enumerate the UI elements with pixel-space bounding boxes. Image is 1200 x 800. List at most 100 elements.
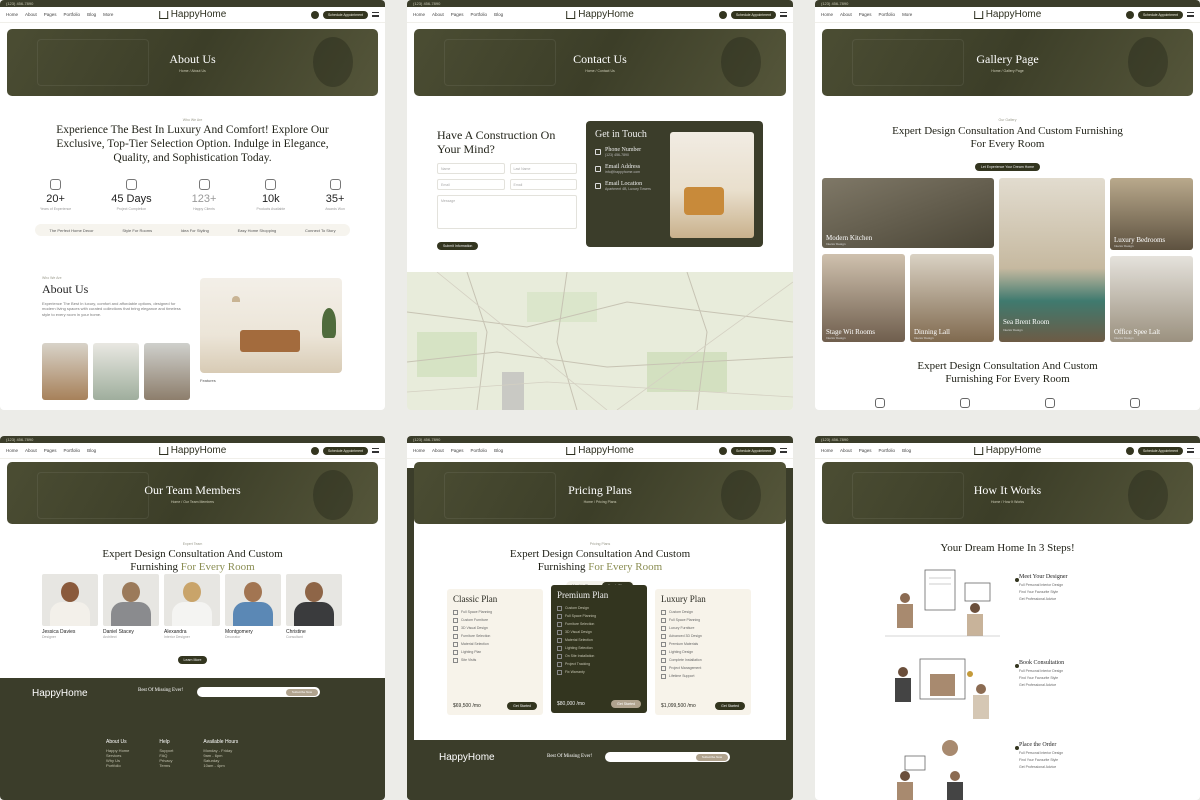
appointment-button[interactable]: Schedule Appointment <box>730 446 776 455</box>
nav-link-pages[interactable]: Pages <box>859 12 872 17</box>
location-map[interactable] <box>407 272 793 410</box>
interior-thumbnail[interactable] <box>144 343 190 400</box>
nav-link-blog[interactable]: Blog <box>87 448 96 453</box>
search-icon[interactable] <box>310 10 319 19</box>
team-member-card[interactable]: Alexandra Interior Designer <box>164 574 220 639</box>
main-nav: Home About Pages Portfolio More HappyHom… <box>815 7 1200 23</box>
nav-link-portfolio[interactable]: Portfolio <box>879 12 896 17</box>
menu-icon[interactable] <box>372 448 379 453</box>
chip[interactable]: Connect To Story <box>305 228 336 233</box>
nav-link-about[interactable]: About <box>25 12 37 17</box>
nav-link-blog[interactable]: Blog <box>494 12 503 17</box>
menu-icon[interactable] <box>780 448 787 453</box>
subscribe-button[interactable]: Subscribe Now <box>696 753 728 761</box>
learn-more-button[interactable]: Learn More <box>177 656 208 664</box>
nav-link-about[interactable]: About <box>840 12 852 17</box>
appointment-button[interactable]: Schedule Appointment <box>730 10 776 19</box>
search-icon[interactable] <box>310 446 319 455</box>
newsletter-input[interactable]: Subscribe Now <box>605 752 730 762</box>
nav-link-about[interactable]: About <box>432 12 444 17</box>
menu-icon[interactable] <box>372 12 379 17</box>
section-title: Your Dream Home In 3 Steps! <box>940 542 1075 554</box>
nav-link-pages[interactable]: Pages <box>859 448 872 453</box>
gallery-tile[interactable]: Luxury Bedrooms Interior Design <box>1110 178 1193 250</box>
nav-link-home[interactable]: Home <box>821 448 833 453</box>
appointment-button[interactable]: Schedule Appointment <box>322 10 368 19</box>
stat-item: 45 Days Project Completion <box>111 179 152 211</box>
appointment-button[interactable]: Schedule Appointment <box>1137 10 1183 19</box>
gallery-tile[interactable]: Office Spee Lalt Interior Design <box>1110 256 1193 342</box>
nav-link-about[interactable]: About <box>432 448 444 453</box>
nav-link-portfolio[interactable]: Portfolio <box>471 448 488 453</box>
first-name-field[interactable]: Name <box>437 162 505 174</box>
search-icon[interactable] <box>718 10 727 19</box>
team-member-card[interactable]: Jessica Davies Designer <box>42 574 98 639</box>
gallery-tile[interactable]: Sea Brent Room Interior Design <box>999 178 1105 342</box>
chip[interactable]: The Perfect Home Decor <box>49 228 93 233</box>
team-member-card[interactable]: Montgomery Decorator <box>225 574 281 639</box>
nav-link-blog[interactable]: Blog <box>87 12 96 17</box>
chip[interactable]: Idea For Styling <box>181 228 209 233</box>
search-icon[interactable] <box>1125 446 1134 455</box>
nav-link-home[interactable]: Home <box>6 448 18 453</box>
nav-link-blog[interactable]: Blog <box>494 448 503 453</box>
nav-link-home[interactable]: Home <box>413 12 425 17</box>
appointment-button[interactable]: Schedule Appointment <box>322 446 368 455</box>
gallery-tile[interactable]: Stage Wit Rooms Interior Design <box>822 254 905 342</box>
logo[interactable]: HappyHome <box>973 9 1041 20</box>
stat-item: 20+ Years of Experience <box>40 179 71 211</box>
team-member-card[interactable]: Christine Consultant <box>286 574 342 639</box>
chip[interactable]: Easy Home Shopping <box>238 228 277 233</box>
nav-link-blog[interactable]: Blog <box>902 448 911 453</box>
logo[interactable]: HappyHome <box>973 445 1041 456</box>
nav-link-more[interactable]: More <box>103 12 113 17</box>
appointment-button[interactable]: Schedule Appointment <box>1137 446 1183 455</box>
search-icon[interactable] <box>718 446 727 455</box>
phone-field[interactable]: Email <box>509 178 577 190</box>
email-field[interactable]: Email <box>437 178 505 190</box>
plan-price: $80,000 /mo <box>557 701 585 707</box>
nav-link-more[interactable]: More <box>902 12 912 17</box>
team-member-card[interactable]: Daniel Stacey Architect <box>103 574 159 639</box>
get-started-button[interactable]: Get Started <box>715 702 745 710</box>
nav-link-home[interactable]: Home <box>413 448 425 453</box>
nav-link-portfolio[interactable]: Portfolio <box>64 12 81 17</box>
get-started-button[interactable]: Get Started <box>611 700 641 708</box>
nav-link-pages[interactable]: Pages <box>451 448 464 453</box>
get-started-button[interactable]: Get Started <box>507 702 537 710</box>
nav-link-portfolio[interactable]: Portfolio <box>879 448 896 453</box>
search-icon[interactable] <box>1125 10 1134 19</box>
breadcrumb: Home / About Us <box>179 69 206 73</box>
nav-link-pages[interactable]: Pages <box>44 448 57 453</box>
house-icon <box>566 446 576 455</box>
nav-link-pages[interactable]: Pages <box>451 12 464 17</box>
nav-link-about[interactable]: About <box>840 448 852 453</box>
submit-button[interactable]: Submit Information <box>437 241 479 250</box>
nav-link-pages[interactable]: Pages <box>44 12 57 17</box>
nav-link-home[interactable]: Home <box>6 12 18 17</box>
message-field[interactable]: Message <box>437 194 577 229</box>
logo[interactable]: HappyHome <box>158 445 226 456</box>
logo[interactable]: HappyHome <box>158 9 226 20</box>
hero-title: How It Works <box>973 482 1042 497</box>
house-icon <box>158 446 168 455</box>
chip[interactable]: Style For Rooms <box>122 228 152 233</box>
nav-link-portfolio[interactable]: Portfolio <box>64 448 81 453</box>
interior-thumbnail[interactable] <box>93 343 139 400</box>
house-icon <box>158 10 168 19</box>
last-name-field[interactable]: Last Name <box>509 162 577 174</box>
interior-thumbnail[interactable] <box>42 343 88 400</box>
subscribe-button[interactable]: Subscribe Now <box>286 688 318 696</box>
gallery-cta-button[interactable]: Let Experience Your Dream Home <box>974 163 1041 172</box>
menu-icon[interactable] <box>1187 448 1194 453</box>
logo[interactable]: HappyHome <box>566 9 634 20</box>
logo[interactable]: HappyHome <box>566 445 634 456</box>
nav-link-about[interactable]: About <box>25 448 37 453</box>
nav-link-portfolio[interactable]: Portfolio <box>471 12 488 17</box>
menu-icon[interactable] <box>780 12 787 17</box>
newsletter-input[interactable]: Subscribe Now <box>197 687 320 697</box>
menu-icon[interactable] <box>1187 12 1194 17</box>
nav-link-home[interactable]: Home <box>821 12 833 17</box>
gallery-tile[interactable]: Dinning Lall Interior Design <box>910 254 994 342</box>
gallery-tile[interactable]: Modern Kitchen Interior Design <box>822 178 994 248</box>
